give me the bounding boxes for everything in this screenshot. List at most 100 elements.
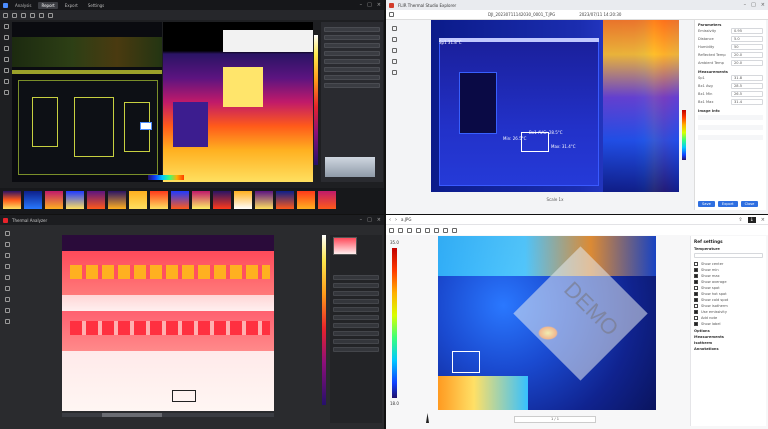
export-button[interactable]: Export <box>717 201 738 207</box>
spot-icon[interactable] <box>3 35 9 40</box>
prop-field-2[interactable] <box>324 35 380 40</box>
pointer-icon[interactable] <box>3 24 9 29</box>
box-icon[interactable] <box>407 227 412 233</box>
measure-box[interactable] <box>452 351 480 373</box>
crop-icon[interactable] <box>434 227 439 233</box>
prop-field-5[interactable] <box>324 59 380 64</box>
ellipse-icon[interactable] <box>4 275 10 280</box>
line-icon[interactable] <box>3 57 9 62</box>
maximize-icon[interactable]: □ <box>367 2 372 8</box>
prop-field-9[interactable] <box>333 339 379 344</box>
thermal-image[interactable]: Sp1 31.8°C Bx1 AVG: 28.5°C Min: 26.5°C M… <box>431 20 679 192</box>
minimize-icon[interactable]: – <box>360 2 363 8</box>
preview-thumbnail[interactable] <box>333 237 357 255</box>
prop-field-1[interactable] <box>333 275 379 280</box>
spot-icon[interactable] <box>391 37 397 42</box>
tab-settings[interactable]: Settings <box>85 2 107 9</box>
pointer-icon[interactable] <box>391 26 397 31</box>
thumb-8[interactable] <box>150 191 168 209</box>
prop-field-3[interactable] <box>324 43 380 48</box>
param-value[interactable]: 5.0 <box>731 36 763 42</box>
text-icon[interactable] <box>4 297 10 302</box>
bottom-scrollbar[interactable] <box>62 413 274 417</box>
checked-box-icon[interactable] <box>694 268 698 272</box>
prop-field-7[interactable] <box>333 323 379 328</box>
pointer-icon[interactable] <box>389 227 394 233</box>
close-icon[interactable]: × <box>377 2 381 8</box>
prop-field-1[interactable] <box>324 27 380 32</box>
line-icon[interactable] <box>416 227 421 233</box>
minimize-icon[interactable]: – <box>744 2 747 8</box>
palette-icon[interactable] <box>452 227 457 233</box>
page-field[interactable]: 1 / 1 <box>514 416 596 423</box>
prop-field-8[interactable] <box>324 83 380 88</box>
param-value[interactable]: 0.95 <box>731 28 763 34</box>
save-icon[interactable] <box>12 12 17 18</box>
maximize-icon[interactable]: □ <box>751 2 756 8</box>
scroll-thumb[interactable] <box>102 413 162 417</box>
thermal-image[interactable] <box>62 235 274 411</box>
thumb-12[interactable] <box>234 191 252 209</box>
pointer-icon[interactable] <box>4 231 10 236</box>
prop-field-7[interactable] <box>324 75 380 80</box>
share-icon[interactable]: ⇪ <box>738 217 742 223</box>
back-icon[interactable]: ‹ <box>389 217 391 223</box>
thumb-11[interactable] <box>213 191 231 209</box>
tab-report[interactable]: Report <box>38 1 58 9</box>
param-value[interactable]: 50 <box>731 44 763 50</box>
spot-marker[interactable] <box>140 122 152 130</box>
thumb-16[interactable] <box>318 191 336 209</box>
line-icon[interactable] <box>4 264 10 269</box>
checked-box-icon[interactable] <box>694 322 698 326</box>
thumb-9[interactable] <box>171 191 189 209</box>
box-icon[interactable] <box>391 48 397 53</box>
ellipse-icon[interactable] <box>3 68 9 73</box>
tab-analysis[interactable]: Analysis <box>12 2 34 9</box>
prop-field-2[interactable] <box>333 283 379 288</box>
measure-box[interactable] <box>172 390 196 402</box>
unchecked-box-icon[interactable] <box>694 286 698 290</box>
checked-box-icon[interactable] <box>694 298 698 302</box>
close-button[interactable]: Close <box>740 201 759 207</box>
thumb-1[interactable] <box>3 191 21 209</box>
prop-field-3[interactable] <box>333 291 379 296</box>
spot-icon[interactable] <box>4 242 10 247</box>
rotate-icon[interactable] <box>443 227 448 233</box>
thumb-4[interactable] <box>66 191 84 209</box>
download-icon[interactable]: ↓ <box>747 216 756 223</box>
unchecked-box-icon[interactable] <box>694 262 698 266</box>
unchecked-box-icon[interactable] <box>694 304 698 308</box>
ruler-icon[interactable] <box>391 70 397 75</box>
prop-field-5[interactable] <box>333 307 379 312</box>
close-icon[interactable]: × <box>377 217 381 223</box>
checked-box-icon[interactable] <box>694 310 698 314</box>
thumb-10[interactable] <box>192 191 210 209</box>
minimize-icon[interactable]: – <box>360 217 363 223</box>
measure-box[interactable] <box>521 132 549 152</box>
zoom-icon[interactable] <box>39 12 44 18</box>
prop-field-4[interactable] <box>333 299 379 304</box>
measurement-value[interactable]: 26.5 <box>731 91 763 97</box>
redo-icon[interactable] <box>30 12 35 18</box>
thumb-13[interactable] <box>255 191 273 209</box>
forward-icon[interactable]: › <box>395 217 397 223</box>
eraser-icon[interactable] <box>3 90 9 95</box>
thumb-6[interactable] <box>108 191 126 209</box>
save-button[interactable]: Save <box>698 201 715 207</box>
undo-icon[interactable] <box>21 12 26 18</box>
polygon-icon[interactable] <box>4 286 10 291</box>
prop-field-10[interactable] <box>333 347 379 352</box>
palette-strip[interactable] <box>148 175 184 180</box>
back-icon[interactable] <box>389 12 394 17</box>
temp-scale[interactable] <box>392 248 397 398</box>
thumb-5[interactable] <box>87 191 105 209</box>
tab-export[interactable]: Export <box>62 2 81 9</box>
unchecked-box-icon[interactable] <box>694 316 698 320</box>
ellipse-icon[interactable] <box>425 227 430 233</box>
temp-scale[interactable] <box>682 110 686 160</box>
box-icon[interactable] <box>4 253 10 258</box>
thermal-image[interactable]: DEMO <box>438 236 656 410</box>
eraser-icon[interactable] <box>4 308 10 313</box>
prop-field-8[interactable] <box>333 331 379 336</box>
measurement-value[interactable]: 31.8 <box>731 75 763 81</box>
